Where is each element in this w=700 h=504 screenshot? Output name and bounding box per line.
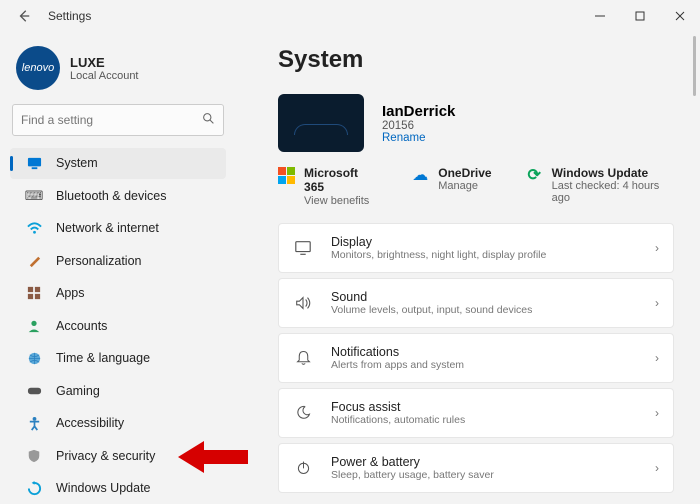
card-sub: Volume levels, output, input, sound devi… <box>331 304 532 316</box>
sidebar-item-personalization[interactable]: Personalization <box>10 245 226 277</box>
sidebar-item-label: Bluetooth & devices <box>56 189 167 203</box>
bluetooth-icon: ⌨ <box>26 188 42 204</box>
sidebar-item-privacy-security[interactable]: Privacy & security <box>10 440 226 472</box>
card-sub: Notifications, automatic rules <box>331 414 465 426</box>
sidebar-item-apps[interactable]: Apps <box>10 278 226 310</box>
card-notifications[interactable]: NotificationsAlerts from apps and system… <box>278 333 674 383</box>
apps-icon <box>26 285 42 301</box>
sidebar-item-label: Network & internet <box>56 221 159 235</box>
person-icon <box>26 318 42 334</box>
sidebar-item-gaming[interactable]: Gaming <box>10 375 226 407</box>
profile-sub: Local Account <box>70 70 139 82</box>
tile-microsoft-[interactable]: Microsoft 365View benefits <box>278 166 377 207</box>
tile-onedrive[interactable]: ☁ OneDriveManage <box>411 166 491 192</box>
tile-sub: Last checked: 4 hours ago <box>552 180 674 204</box>
tile-title: Windows Update <box>552 166 674 180</box>
sidebar-item-label: System <box>56 156 98 170</box>
scrollbar[interactable] <box>693 36 696 96</box>
chevron-right-icon: › <box>655 406 659 420</box>
bell-icon <box>293 348 313 368</box>
sidebar-item-system[interactable]: System <box>10 148 226 180</box>
sound-icon <box>293 293 313 313</box>
card-title: Focus assist <box>331 400 465 414</box>
device-thumbnail <box>278 94 364 152</box>
card-sound[interactable]: SoundVolume levels, output, input, sound… <box>278 278 674 328</box>
sidebar-item-label: Accounts <box>56 319 107 333</box>
tile-windows-update[interactable]: ⟳ Windows UpdateLast checked: 4 hours ago <box>526 166 674 204</box>
wifi-icon <box>26 220 42 236</box>
profile-name: LUXE <box>70 55 139 70</box>
card-sub: Monitors, brightness, night light, displ… <box>331 249 546 261</box>
chevron-right-icon: › <box>655 296 659 310</box>
search-icon <box>202 112 215 128</box>
rename-link[interactable]: Rename <box>382 132 455 144</box>
card-focus-assist[interactable]: Focus assistNotifications, automatic rul… <box>278 388 674 438</box>
card-sub: Sleep, battery usage, battery saver <box>331 469 494 481</box>
sync-icon: ⟳ <box>526 166 543 184</box>
sidebar-item-label: Privacy & security <box>56 449 155 463</box>
sidebar-item-label: Personalization <box>56 254 141 268</box>
sidebar-item-accessibility[interactable]: Accessibility <box>10 408 226 440</box>
sidebar-item-windows-update[interactable]: Windows Update <box>10 473 226 504</box>
card-power-battery[interactable]: Power & batterySleep, battery usage, bat… <box>278 443 674 493</box>
card-title: Display <box>331 235 546 249</box>
window-title: Settings <box>48 9 91 23</box>
sidebar-item-label: Apps <box>56 286 85 300</box>
profile-block[interactable]: lenovo LUXE Local Account <box>10 46 226 90</box>
tile-title: Microsoft 365 <box>304 166 377 195</box>
close-button[interactable] <box>660 0 700 32</box>
brush-icon <box>26 253 42 269</box>
back-button[interactable] <box>14 6 34 26</box>
search-box[interactable] <box>12 104 224 136</box>
minimize-button[interactable] <box>580 0 620 32</box>
card-title: Sound <box>331 290 532 304</box>
gaming-icon <box>26 383 42 399</box>
device-name: IanDerrick <box>382 103 455 120</box>
cloud-icon: ☁ <box>411 166 429 184</box>
tile-title: OneDrive <box>438 166 491 180</box>
monitor-icon <box>26 155 42 171</box>
sidebar-item-label: Time & language <box>56 351 150 365</box>
avatar: lenovo <box>16 46 60 90</box>
sidebar-item-accounts[interactable]: Accounts <box>10 310 226 342</box>
chevron-right-icon: › <box>655 351 659 365</box>
ms365-icon <box>278 166 295 184</box>
tile-sub: Manage <box>438 180 491 192</box>
sidebar-item-label: Accessibility <box>56 416 124 430</box>
tile-sub: View benefits <box>304 195 377 207</box>
search-input[interactable] <box>21 113 202 127</box>
shield-icon <box>26 448 42 464</box>
accessibility-icon <box>26 415 42 431</box>
update-icon <box>26 480 42 496</box>
sidebar-item-bluetooth-devices[interactable]: ⌨ Bluetooth & devices <box>10 180 226 212</box>
maximize-button[interactable] <box>620 0 660 32</box>
card-title: Notifications <box>331 345 464 359</box>
chevron-right-icon: › <box>655 461 659 475</box>
card-title: Power & battery <box>331 455 494 469</box>
power-icon <box>293 458 313 478</box>
sidebar-item-label: Windows Update <box>56 481 151 495</box>
moon-icon <box>293 403 313 423</box>
device-model: 20156 <box>382 120 455 132</box>
sidebar-item-time-language[interactable]: Time & language <box>10 343 226 375</box>
sidebar-item-network-internet[interactable]: Network & internet <box>10 213 226 245</box>
card-sub: Alerts from apps and system <box>331 359 464 371</box>
page-title: System <box>278 46 674 74</box>
main-content: System IanDerrick 20156 Rename Microsoft… <box>236 32 700 504</box>
sidebar-item-label: Gaming <box>56 384 100 398</box>
chevron-right-icon: › <box>655 241 659 255</box>
card-display[interactable]: DisplayMonitors, brightness, night light… <box>278 223 674 273</box>
sidebar: lenovo LUXE Local Account System ⌨ Bluetoo… <box>0 32 236 504</box>
globe-clock-icon <box>26 350 42 366</box>
display-icon <box>293 238 313 258</box>
